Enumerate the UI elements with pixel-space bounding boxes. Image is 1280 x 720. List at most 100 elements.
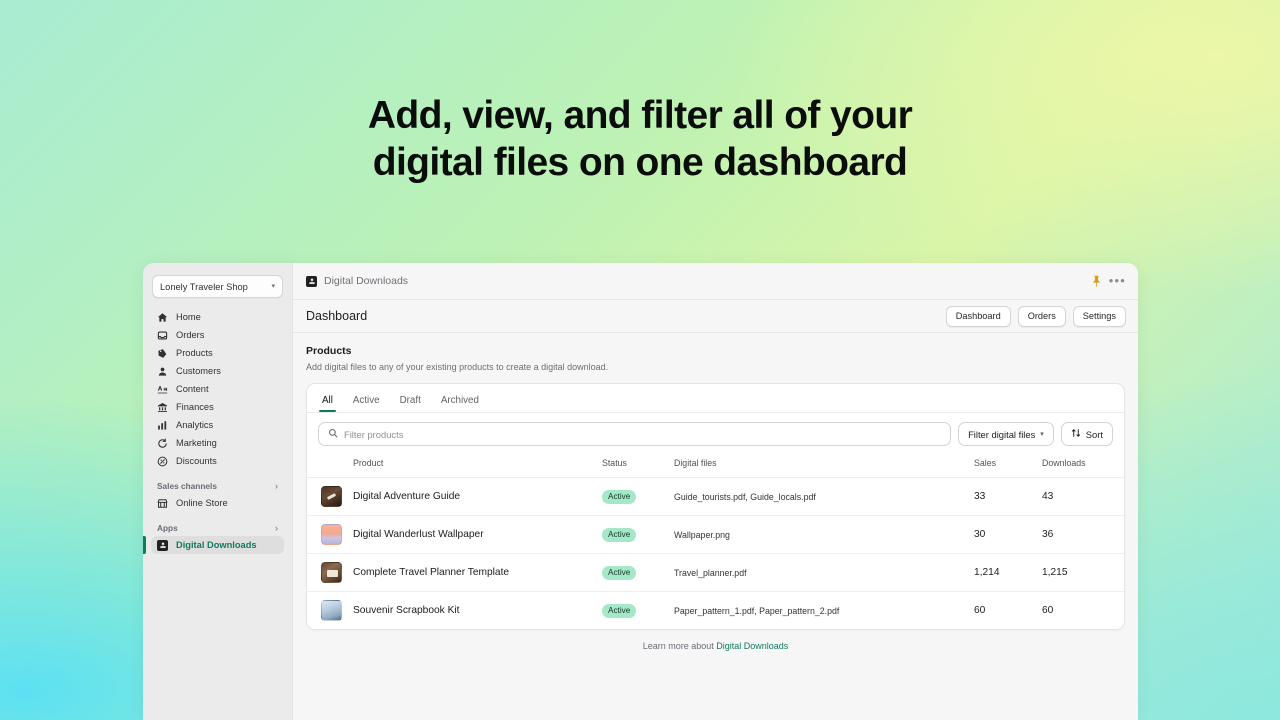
row-downloads: 36 — [1042, 515, 1124, 554]
tab-archived[interactable]: Archived — [432, 395, 488, 412]
row-sales: 30 — [974, 515, 1042, 554]
sidebar-section-sales-channels[interactable]: Sales channels › — [157, 481, 278, 491]
sidebar-section-label: Apps — [157, 523, 178, 533]
tag-icon — [157, 348, 168, 359]
row-downloads: 60 — [1042, 605, 1054, 616]
storefront-icon — [157, 498, 168, 509]
table-row[interactable]: Digital Adventure Guide Active Guide_tou… — [307, 477, 1124, 516]
search-field-wrapper[interactable] — [318, 422, 952, 446]
table-row[interactable]: Souvenir Scrapbook Kit Active Paper_patt… — [307, 592, 1124, 630]
home-icon — [157, 312, 168, 323]
chevron-down-icon: ▾ — [1040, 431, 1044, 438]
row-thumbnail-cell — [307, 592, 353, 630]
sidebar-item-finances[interactable]: Finances — [151, 398, 284, 416]
sidebar-section-label: Sales channels — [157, 481, 217, 491]
tab-active[interactable]: Active — [344, 395, 389, 412]
tab-draft[interactable]: Draft — [391, 395, 430, 412]
filter-toolbar: Filter digital files ▾ Sort — [307, 413, 1124, 455]
product-thumbnail — [321, 600, 342, 621]
sidebar-item-label: Finances — [176, 402, 214, 412]
sidebar-item-analytics[interactable]: Analytics — [151, 416, 284, 434]
person-icon — [157, 366, 168, 377]
sidebar-item-products[interactable]: Products — [151, 344, 284, 362]
sort-button[interactable]: Sort — [1060, 422, 1113, 446]
headline-line-2: digital files on one dashboard — [372, 141, 908, 184]
products-table: Product Status Digital files Sales Downl… — [307, 455, 1124, 629]
sidebar-item-label: Products — [176, 348, 213, 358]
active-indicator — [143, 536, 146, 554]
sidebar-item-discounts[interactable]: Discounts — [151, 452, 284, 470]
th-status: Status — [602, 455, 674, 478]
shop-selector-label: Lonely Traveler Shop — [160, 281, 248, 292]
orders-icon — [157, 330, 168, 341]
row-thumbnail-cell — [307, 553, 353, 592]
row-thumbnail-cell — [307, 477, 353, 516]
table-row[interactable]: Digital Wanderlust Wallpaper Active Wall… — [307, 515, 1124, 554]
megaphone-icon — [157, 438, 168, 449]
digital-downloads-app-icon — [306, 275, 317, 287]
sort-label: Sort — [1085, 428, 1103, 440]
product-thumbnail — [321, 562, 342, 583]
status-badge: Active — [602, 527, 637, 542]
sidebar-item-label: Customers — [176, 366, 221, 376]
orders-button[interactable]: Orders — [1017, 305, 1066, 327]
row-thumbnail-cell — [307, 515, 353, 554]
shop-selector[interactable]: Lonely Traveler Shop ▾ — [152, 275, 283, 298]
settings-button[interactable]: Settings — [1072, 305, 1126, 327]
tab-all[interactable]: All — [313, 395, 342, 412]
sidebar-item-digital-downloads[interactable]: Digital Downloads — [151, 536, 284, 554]
page-header-bar: Dashboard Dashboard Orders Settings — [293, 300, 1138, 333]
product-thumbnail — [321, 524, 342, 545]
pin-icon[interactable] — [1091, 275, 1102, 288]
admin-window: Lonely Traveler Shop ▾ Home Orders Produ… — [143, 263, 1138, 720]
headline-line-1: Add, view, and filter all of your — [367, 94, 913, 137]
row-status-cell: Active — [602, 515, 674, 554]
th-product: Product — [353, 455, 602, 478]
product-thumbnail — [321, 486, 342, 507]
table-head: Product Status Digital files Sales Downl… — [307, 455, 1124, 478]
status-tabs: All Active Draft Archived — [307, 384, 1124, 413]
app-header-title: Digital Downloads — [324, 275, 409, 287]
sidebar-item-label: Discounts — [176, 456, 217, 466]
sidebar-item-customers[interactable]: Customers — [151, 362, 284, 380]
sort-icon — [1071, 428, 1081, 440]
sidebar-item-label: Home — [176, 312, 201, 322]
sidebar-item-online-store[interactable]: Online Store — [151, 494, 284, 512]
digital-downloads-app-icon — [157, 539, 168, 551]
page-background: Add, view, and filter all of your digita… — [0, 0, 1280, 720]
row-sales: 1,214 — [974, 553, 1042, 592]
chevron-right-icon: › — [275, 481, 278, 491]
sidebar-item-marketing[interactable]: Marketing — [151, 434, 284, 452]
row-product-name: Digital Wanderlust Wallpaper — [353, 515, 602, 554]
chevron-down-icon: ▾ — [271, 283, 275, 290]
app-header-bar: Digital Downloads ••• — [293, 263, 1138, 300]
sidebar-section-apps[interactable]: Apps › — [157, 523, 278, 533]
row-product-name: Complete Travel Planner Template — [353, 553, 602, 592]
digital-downloads-link[interactable]: Digital Downloads — [716, 641, 788, 651]
table-header-row: Product Status Digital files Sales Downl… — [307, 455, 1124, 478]
table-row[interactable]: Complete Travel Planner Template Active … — [307, 553, 1124, 592]
dashboard-button[interactable]: Dashboard — [945, 305, 1011, 327]
row-product-name: Digital Adventure Guide — [353, 477, 602, 516]
sidebar-item-content[interactable]: Content — [151, 380, 284, 398]
more-horizontal-icon[interactable]: ••• — [1109, 274, 1126, 287]
table-body: Digital Adventure Guide Active Guide_tou… — [307, 477, 1124, 630]
bank-icon — [157, 402, 168, 413]
chevron-right-icon: › — [275, 523, 278, 533]
products-subtitle: Add digital files to any of your existin… — [306, 362, 609, 372]
discount-icon — [157, 456, 168, 467]
sidebar-item-home[interactable]: Home — [151, 308, 284, 326]
search-icon — [328, 425, 338, 443]
learn-more-footer: Learn more about Digital Downloads — [293, 630, 1138, 651]
status-badge: Active — [602, 603, 637, 618]
sidebar-item-label: Content — [176, 384, 209, 394]
row-status-cell: Active — [602, 477, 674, 516]
filter-digital-files-button[interactable]: Filter digital files ▾ — [958, 422, 1054, 446]
row-digital-files: Travel_planner.pdf — [674, 553, 974, 592]
row-status-cell: Active — [602, 553, 674, 592]
search-input[interactable] — [344, 428, 942, 440]
content-icon — [157, 384, 168, 395]
th-downloads: Downloads — [1042, 455, 1124, 478]
sidebar-item-label: Marketing — [176, 438, 217, 448]
sidebar-item-orders[interactable]: Orders — [151, 326, 284, 344]
